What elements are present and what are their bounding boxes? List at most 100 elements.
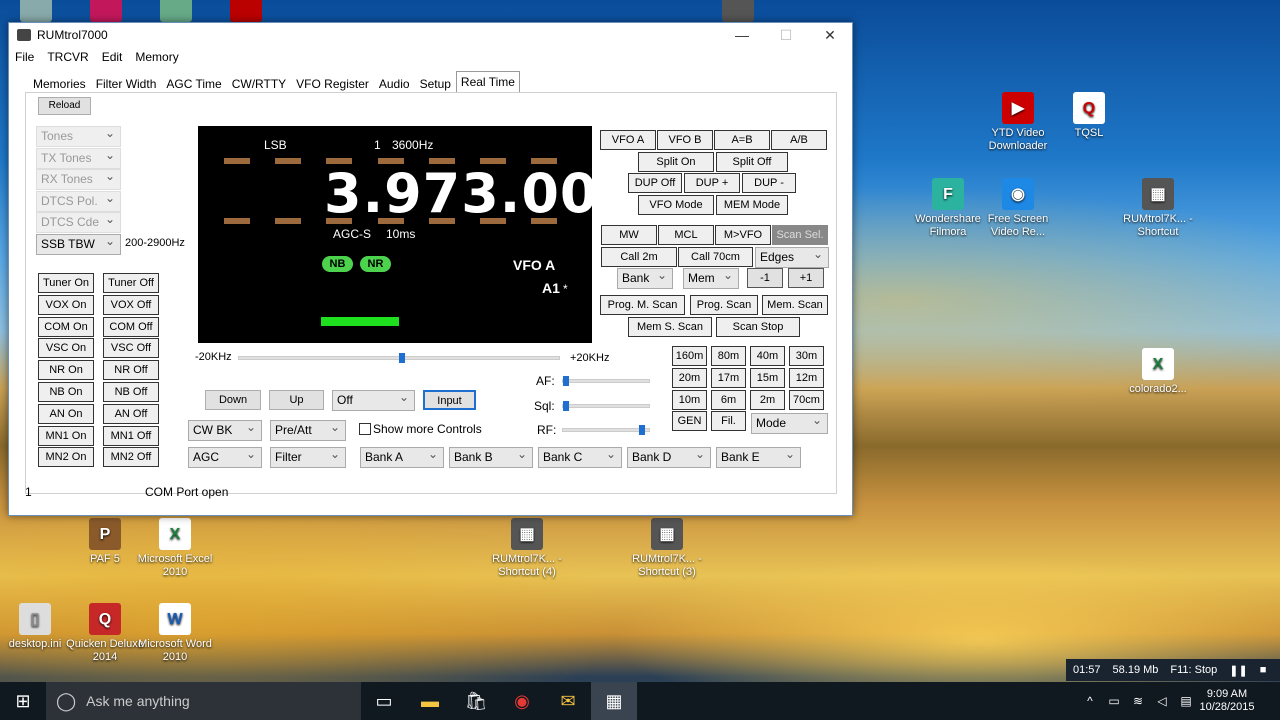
off-toggle-button[interactable]: AN Off [103, 403, 159, 424]
pause-icon[interactable]: ❚❚ [1229, 664, 1247, 677]
tab-setup[interactable]: Setup [415, 73, 456, 93]
reload-button[interactable]: Reload [38, 97, 91, 115]
minimize-button[interactable]: — [720, 23, 764, 47]
close-button[interactable]: ✕ [808, 23, 852, 47]
dup-off-button[interactable]: DUP Off [628, 173, 682, 193]
band-button-70cm[interactable]: 70cm [789, 390, 824, 410]
stop-icon[interactable]: ■ [1260, 664, 1267, 676]
dup-minus-button[interactable]: DUP - [742, 173, 796, 193]
on-toggle-button[interactable]: MN1 On [38, 425, 94, 446]
clock[interactable]: 9:09 AM 10/28/2015 [1198, 688, 1256, 714]
band-button-6m[interactable]: 6m [711, 390, 746, 410]
dtcs-pol-dropdown[interactable]: DTCS Pol. [36, 189, 121, 212]
split-off-button[interactable]: Split Off [716, 152, 788, 172]
off-toggle-button[interactable]: COM Off [103, 316, 159, 337]
menu-memory[interactable]: Memory [135, 50, 178, 64]
mw-button[interactable]: MW [601, 225, 657, 245]
bank-b-dropdown[interactable]: Bank B [449, 445, 533, 468]
band-button-20m[interactable]: 20m [672, 368, 707, 388]
bank-a-dropdown[interactable]: Bank A [360, 445, 444, 468]
vfo-mode-button[interactable]: VFO Mode [638, 195, 714, 215]
desktop-icon-rumtrol-shortcut-3[interactable]: ▦ RUMtrol7K... - Shortcut (3) [622, 518, 712, 579]
dup-plus-button[interactable]: DUP + [684, 173, 740, 193]
bank-c-dropdown[interactable]: Bank C [538, 445, 622, 468]
desktop-icon-screen-recorder[interactable]: ◉ Free Screen Video Re... [973, 178, 1063, 239]
rf-slider[interactable] [562, 425, 650, 435]
band-button-17m[interactable]: 17m [711, 368, 746, 388]
on-toggle-button[interactable]: Tuner On [38, 273, 94, 293]
off-toggle-button[interactable]: MN1 Off [103, 425, 159, 446]
off-toggle-button[interactable]: NR Off [103, 360, 159, 381]
cw-bk-dropdown[interactable]: CW BK [188, 418, 262, 441]
band-button-40m[interactable]: 40m [750, 346, 785, 366]
off-toggle-button[interactable]: VSC Off [103, 338, 159, 359]
tab-vfo-register[interactable]: VFO Register [291, 73, 374, 93]
dtcs-code-dropdown[interactable]: DTCS Cde [36, 210, 121, 233]
agc-dropdown[interactable]: AGC [188, 445, 262, 468]
a-swap-b-button[interactable]: A/B [771, 130, 827, 150]
task-view-icon[interactable]: ▭ [361, 682, 407, 720]
band-button-80m[interactable]: 80m [711, 346, 746, 366]
split-on-button[interactable]: Split On [638, 152, 714, 172]
recorder-stop[interactable]: F11: Stop [1170, 664, 1217, 676]
tones-dropdown[interactable]: Tones [36, 124, 121, 147]
band-button-12m[interactable]: 12m [789, 368, 824, 388]
filter-dropdown[interactable]: Filter [270, 445, 346, 468]
tab-agc-time[interactable]: AGC Time [161, 73, 226, 93]
down-button[interactable]: Down [205, 390, 261, 410]
desktop-icon-colorado[interactable]: Xcolorado2... [1113, 348, 1203, 396]
prog-scan-button[interactable]: Prog. Scan [690, 295, 758, 315]
menu-trcvr[interactable]: TRCVR [47, 50, 88, 64]
vfo-a-button[interactable]: VFO A [600, 130, 656, 150]
vfo-b-button[interactable]: VFO B [657, 130, 713, 150]
tab-real-time[interactable]: Real Time [455, 71, 520, 93]
mem-scan-button[interactable]: Mem. Scan [762, 295, 828, 315]
rumtrol-taskbar-icon[interactable]: ▦ [591, 682, 637, 720]
desktop-icon-partial[interactable] [722, 0, 754, 22]
tab-memories[interactable]: Memories [28, 73, 91, 93]
fil-button[interactable]: Fil. [711, 411, 746, 431]
rx-tones-dropdown[interactable]: RX Tones [36, 167, 121, 190]
on-toggle-button[interactable]: NB On [38, 382, 94, 402]
scan-stop-button[interactable]: Scan Stop [716, 317, 800, 337]
mem-dropdown[interactable]: Mem [683, 266, 739, 289]
gen-button[interactable]: GEN [672, 411, 707, 431]
chevron-up-icon[interactable]: ^ [1078, 682, 1102, 720]
shift-slider[interactable] [238, 353, 560, 363]
bank-dropdown[interactable]: Bank [617, 266, 673, 289]
edges-dropdown[interactable]: Edges [755, 245, 829, 268]
tab-filter-width[interactable]: Filter Width [91, 73, 162, 93]
mcl-button[interactable]: MCL [658, 225, 714, 245]
network-icon[interactable]: ▭ [1102, 682, 1126, 720]
mem-mode-button[interactable]: MEM Mode [716, 195, 788, 215]
off-toggle-button[interactable]: Tuner Off [103, 273, 159, 293]
desktop-icon-partial[interactable] [90, 0, 122, 22]
mode-dropdown[interactable]: Mode [751, 411, 828, 434]
desktop-icon-excel[interactable]: X Microsoft Excel 2010 [130, 518, 220, 579]
m-to-vfo-button[interactable]: M>VFO [715, 225, 771, 245]
step-dropdown[interactable]: Off [332, 388, 415, 411]
off-toggle-button[interactable]: NB Off [103, 382, 159, 402]
ssb-tbw-dropdown[interactable]: SSB TBW [36, 232, 121, 255]
on-toggle-button[interactable]: NR On [38, 360, 94, 381]
band-button-2m[interactable]: 2m [750, 390, 785, 410]
band-button-30m[interactable]: 30m [789, 346, 824, 366]
start-button[interactable]: ⊞ [0, 682, 46, 720]
desktop-icon-partial[interactable] [20, 0, 52, 22]
action-center-icon[interactable]: ▤ [1174, 682, 1198, 720]
desktop-icon-rumtrol-shortcut[interactable]: ▦ RUMtrol7K... - Shortcut [1113, 178, 1203, 239]
store-icon[interactable]: 🛍 [453, 682, 499, 720]
show-more-checkbox[interactable] [359, 423, 371, 435]
pre-att-dropdown[interactable]: Pre/Att [270, 418, 346, 441]
rf-slider-thumb[interactable] [639, 425, 645, 435]
maximize-button[interactable]: ☐ [764, 23, 808, 47]
menu-edit[interactable]: Edit [102, 50, 123, 64]
call-70cm-button[interactable]: Call 70cm [678, 247, 753, 267]
af-slider[interactable] [562, 376, 650, 386]
desktop-icon-rumtrol-shortcut-4[interactable]: ▦ RUMtrol7K... - Shortcut (4) [482, 518, 572, 579]
band-button-160m[interactable]: 160m [672, 346, 707, 366]
tab-audio[interactable]: Audio [374, 73, 415, 93]
menu-file[interactable]: File [15, 50, 34, 64]
a-equals-b-button[interactable]: A=B [714, 130, 770, 150]
outlook-icon[interactable]: ✉ [545, 682, 591, 720]
